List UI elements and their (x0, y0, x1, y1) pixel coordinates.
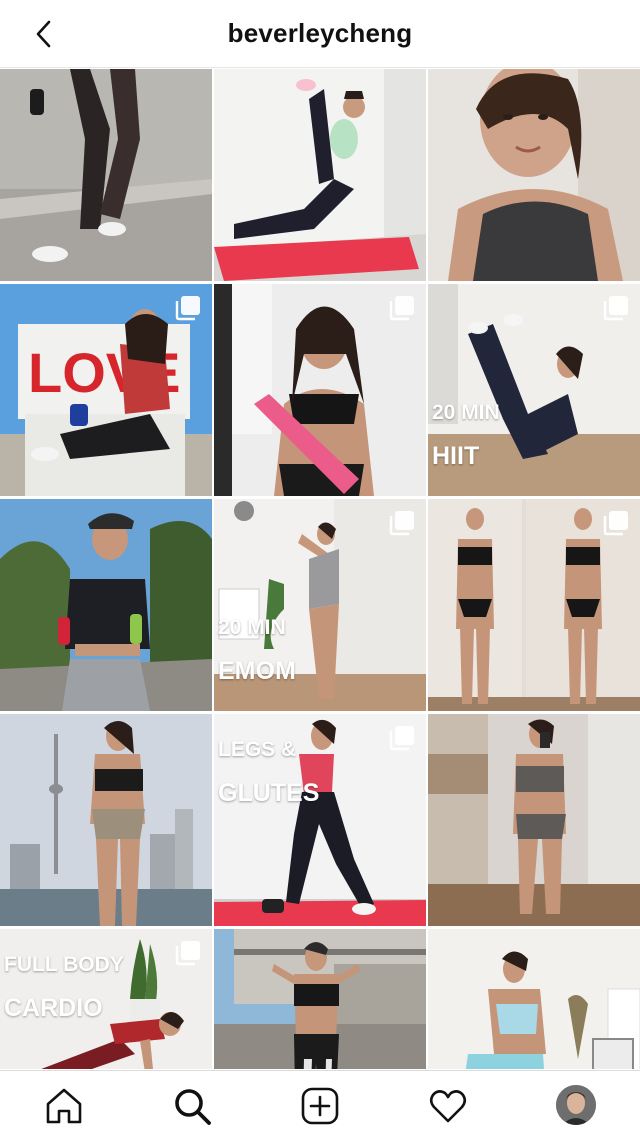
home-icon (46, 1088, 82, 1124)
profile-username-title: beverleycheng (227, 18, 413, 48)
heart-icon (429, 1090, 467, 1123)
post-thumbnail[interactable] (428, 714, 640, 926)
profile-avatar-image (556, 1085, 596, 1125)
new-post-icon (301, 1087, 339, 1125)
post-text-overlay: LEGS & GLUTES (218, 738, 320, 807)
post-image (214, 929, 426, 1069)
multiple-posts-icon (174, 939, 202, 967)
post-image (428, 929, 640, 1069)
top-navigation-bar: beverleycheng (0, 0, 640, 68)
post-thumbnail[interactable]: LOVE (0, 284, 212, 496)
multiple-posts-icon (388, 724, 416, 752)
new-post-tab[interactable] (298, 1084, 342, 1128)
multiple-posts-icon (602, 509, 630, 537)
post-image (428, 69, 640, 281)
post-thumbnail[interactable]: 20 MIN HIIT (428, 284, 640, 496)
post-image (0, 499, 212, 711)
post-thumbnail[interactable] (214, 929, 426, 1069)
multiple-posts-icon (174, 294, 202, 322)
post-thumbnail[interactable] (214, 69, 426, 281)
post-thumbnail[interactable] (0, 499, 212, 711)
activity-tab[interactable] (426, 1084, 470, 1128)
post-image (428, 714, 640, 926)
post-thumbnail[interactable]: 20 MIN EMOM (214, 499, 426, 711)
post-text-overlay: FULL BODY CARDIO (4, 953, 124, 1022)
multiple-posts-icon (602, 294, 630, 322)
post-thumbnail[interactable] (428, 69, 640, 281)
post-text-overlay: 20 MIN HIIT (432, 401, 500, 470)
post-thumbnail[interactable] (428, 499, 640, 711)
post-thumbnail[interactable] (214, 284, 426, 496)
post-thumbnail[interactable] (0, 714, 212, 926)
post-thumbnail[interactable]: LEGS & GLUTES (214, 714, 426, 926)
posts-grid: LOVE 20 MIN HIIT 20 MIN EMOM LEGS & GLUT… (0, 69, 640, 1069)
post-image (0, 714, 212, 926)
post-image (214, 69, 426, 281)
bottom-tab-bar (0, 1070, 640, 1138)
multiple-posts-icon (388, 509, 416, 537)
multiple-posts-icon (388, 294, 416, 322)
search-icon (175, 1089, 211, 1125)
post-text-overlay: 20 MIN EMOM (218, 616, 296, 685)
search-tab[interactable] (170, 1084, 214, 1128)
post-thumbnail[interactable]: FULL BODY CARDIO (0, 929, 212, 1069)
post-thumbnail[interactable] (428, 929, 640, 1069)
post-thumbnail[interactable] (0, 69, 212, 281)
home-tab[interactable] (42, 1084, 86, 1128)
profile-avatar[interactable] (556, 1085, 596, 1125)
post-image (0, 69, 212, 281)
